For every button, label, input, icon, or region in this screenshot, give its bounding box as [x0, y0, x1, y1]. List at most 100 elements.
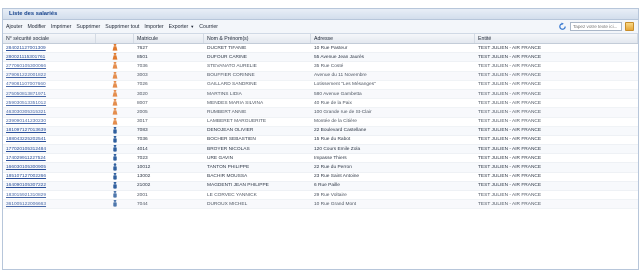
table-row[interactable]: 463030305315321 2005 RUMBERT ANNIE 100 Gran… [3, 108, 638, 118]
mail-button[interactable]: Courrier [199, 24, 218, 30]
column-header-entite[interactable]: Entité [475, 34, 638, 43]
name-cell: DUCRET TIFANIE [207, 45, 247, 51]
ss-number-link[interactable]: 259030513351012 [3, 99, 96, 107]
ss-number-link[interactable]: 166030105300905 [3, 163, 96, 171]
address-cell: 10 Rue Pasteur [314, 45, 348, 51]
ss-number-link[interactable]: 277060105300066 [3, 62, 96, 70]
matricule-cell: 3017 [137, 119, 148, 125]
person-male-icon [112, 191, 118, 199]
table-row[interactable]: 174029911227524 7023 URE GAVIN Impasse Thie… [3, 154, 638, 164]
window-titlebar: Liste des salariés [3, 9, 638, 20]
person-male-icon [112, 200, 118, 208]
export-button[interactable]: Exporter ▼ [169, 24, 195, 30]
address-cell: 580 Avenue Gambetta [314, 91, 362, 97]
entity-cell: TEST JULIEN - AIR FRANCE [478, 54, 542, 60]
person-female-icon [112, 80, 118, 89]
address-cell: 120 Cours Emile Zola [314, 146, 361, 152]
ss-number-link[interactable]: 183015921310829 [3, 191, 96, 199]
gender-cell [96, 200, 134, 208]
name-cell: DENOJEAN OLIVIER [207, 128, 254, 134]
matricule-cell: 8501 [137, 54, 148, 60]
matricule-cell: 2001 [137, 192, 148, 198]
entity-cell: TEST JULIEN - AIR FRANCE [478, 73, 542, 79]
entity-cell: TEST JULIEN - AIR FRANCE [478, 82, 542, 88]
search-button[interactable] [625, 22, 634, 31]
table-row[interactable]: 279061222001822 3003 BOUFFIER CORINNE Avenu… [3, 71, 638, 81]
entity-cell: TEST JULIEN - AIR FRANCE [478, 137, 542, 143]
ss-number-link[interactable]: 275050813871971 [3, 90, 96, 98]
table-row[interactable]: 277060105300066 7036 STEVANATO AURELIE 35 R… [3, 62, 638, 72]
gender-cell [96, 117, 134, 126]
edit-button[interactable]: Modifier [27, 24, 45, 30]
address-cell: Impasse Thiers [314, 155, 347, 161]
entity-cell: TEST JULIEN - AIR FRANCE [478, 63, 542, 69]
ss-number-link[interactable]: 177020105312484 [3, 145, 96, 153]
delete-all-button[interactable]: Supprimer tout [105, 24, 139, 30]
matricule-cell: 21002 [137, 183, 151, 189]
entity-cell: TEST JULIEN - AIR FRANCE [478, 109, 542, 115]
table-row[interactable]: 185107127002266 13002 BACHIR MOUSSA 23 Rue … [3, 172, 638, 182]
address-cell: 22 Boulevard Castellane [314, 128, 367, 134]
person-female-icon [112, 53, 118, 61]
name-cell: LAMBERET MARGUERITE [207, 119, 267, 125]
table-row[interactable]: 284021127001309 7627 DUCRET TIFANIE 10 Rue … [3, 44, 638, 54]
import-button[interactable]: Importer [144, 24, 163, 30]
name-cell: RUMBERT ANNIE [207, 109, 247, 115]
ss-number-link[interactable]: 181097127013639 [3, 127, 96, 135]
address-cell: 22 Rue du Perron [314, 165, 352, 171]
column-header-adresse[interactable]: Adresse [311, 34, 475, 43]
print-button[interactable]: Imprimer [51, 24, 71, 30]
gender-cell [96, 181, 134, 190]
delete-button[interactable]: Supprimer [76, 24, 100, 30]
table-row[interactable]: 239090141230230 3017 LAMBERET MARGUERITE Mo… [3, 117, 638, 127]
table-row[interactable]: 361005122006663 7044 DUROUX MICHEL 10 Rue G… [3, 200, 638, 210]
ss-number-link[interactable]: 185107127002266 [3, 173, 96, 181]
table-row[interactable]: 166030105300905 10012 TANTON PHILIPPE 22 Ru… [3, 163, 638, 173]
ss-number-link[interactable]: 188043225202541 [3, 136, 96, 144]
person-male-icon [112, 135, 118, 144]
table-row[interactable]: 181097127013639 7083 DENOJEAN OLIVIER 22 Bo… [3, 126, 638, 136]
column-header-icon[interactable] [96, 34, 134, 43]
name-cell: MAGDENTI JEAN PHILIPPE [207, 183, 269, 189]
entity-cell: TEST JULIEN - AIR FRANCE [478, 128, 542, 134]
ss-number-link[interactable]: 279061222001822 [3, 72, 96, 80]
person-male-icon [112, 145, 118, 153]
search-area [558, 22, 634, 31]
ss-number-link[interactable]: 361005122006663 [3, 200, 96, 208]
table-row[interactable]: 275050813871971 3020 MARTINS LIDIA 580 Aven… [3, 89, 638, 100]
entity-cell: TEST JULIEN - AIR FRANCE [478, 155, 542, 161]
ss-number-link[interactable]: 280021115301761 [3, 53, 96, 61]
address-cell: Montée de la Citière [314, 119, 357, 125]
address-cell: 100 Grande rue de St-Clair [314, 109, 372, 115]
ss-number-link[interactable]: 164090105307222 [3, 182, 96, 190]
add-button[interactable]: Ajouter [6, 24, 22, 30]
refresh-icon[interactable] [558, 22, 567, 31]
ss-number-link[interactable]: 479081107007660 [3, 81, 96, 89]
ss-number-link[interactable]: 284021127001309 [3, 44, 96, 52]
search-input[interactable] [570, 22, 622, 31]
column-header-nom[interactable]: Nom & Prénom(s) [204, 34, 311, 43]
column-header-matricule[interactable]: Matricule [134, 34, 204, 43]
name-cell: DUROUX MICHEL [207, 201, 248, 207]
ss-number-link[interactable]: 174029911227524 [3, 154, 96, 162]
table-row[interactable]: 183015921310829 2001 LE CORVEC YANNICK 29 R… [3, 191, 638, 201]
gender-cell [96, 145, 134, 153]
address-cell: 55 Avenue Jean Jaurès [314, 54, 365, 60]
column-header-ss[interactable]: N° sécurité sociale [3, 34, 96, 43]
table-row[interactable]: 164090105307222 21002 MAGDENTI JEAN PHILIP… [3, 181, 638, 191]
address-cell: Lotissement "Les Mésanges" [314, 82, 376, 88]
table-row[interactable]: 479081107007660 7026 GAILLARD SANDRINE Loti… [3, 80, 638, 90]
table-row[interactable]: 177020105312484 4014 BROYER NICOLAS 120 Cou… [3, 145, 638, 155]
matricule-cell: 3003 [137, 73, 148, 79]
ss-number-link[interactable]: 239090141230230 [3, 118, 96, 126]
ss-number-link[interactable]: 463030305315321 [3, 108, 96, 116]
person-female-icon [112, 62, 118, 70]
name-cell: LE CORVEC YANNICK [207, 192, 257, 198]
entity-cell: TEST JULIEN - AIR FRANCE [478, 91, 542, 97]
address-cell: 15 Rue du Rabot [314, 137, 351, 143]
table-row[interactable]: 259030513351012 8007 MENDES MARIA SILVINA 4… [3, 99, 638, 109]
table-row[interactable]: 280021115301761 8501 DUFOUR CARINE 55 Avenu… [3, 53, 638, 63]
matricule-cell: 7044 [137, 201, 148, 207]
table-row[interactable]: 188043225202541 7036 BOCHER SEBASTIEN 15 Ru… [3, 135, 638, 146]
entity-cell: TEST JULIEN - AIR FRANCE [478, 174, 542, 180]
